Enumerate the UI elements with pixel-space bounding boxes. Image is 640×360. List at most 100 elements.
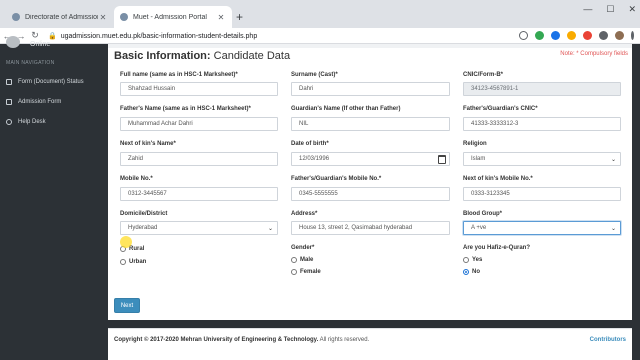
next-of-kin-label: Next of kin's Name* [120, 141, 176, 147]
radio-no[interactable]: No [463, 269, 480, 275]
domicile-label: Domicile/District [120, 211, 168, 217]
top-strip [108, 44, 632, 48]
guardian-cnic-label: Father's/Guardian's CNIC* [463, 106, 538, 112]
avatar [6, 36, 20, 48]
religion-value: Islam [471, 156, 486, 162]
domicile-select[interactable]: Hyderabad ⌄ [120, 221, 278, 235]
guardian-cnic-input[interactable]: 41333-3333312-3 [463, 117, 621, 131]
new-tab-icon[interactable]: + [236, 10, 243, 24]
kin-mobile-label: Next of kin's Mobile No.* [463, 176, 533, 182]
radio-label: Urban [129, 259, 147, 265]
chevron-down-icon: ⌄ [610, 156, 616, 163]
father-name-input[interactable]: Muhammad Achar Dahri [120, 117, 278, 131]
surname-label: Surname (Cast)* [291, 72, 338, 78]
globe-icon [12, 13, 20, 21]
extension-icon[interactable] [551, 31, 560, 40]
document-icon [6, 79, 12, 85]
close-icon[interactable]: ✕ [98, 13, 108, 22]
radio-female[interactable]: Female [291, 269, 321, 275]
copyright-text: Copyright © 2017-2020 Mehran University … [114, 337, 369, 343]
next-button[interactable]: Next [114, 298, 140, 313]
tab-admission-portal[interactable]: Muet - Admission Portal ✕ [114, 6, 232, 28]
copyright-rights: All rights reserved. [318, 337, 370, 343]
mobile-input[interactable]: 0312-3445567 [120, 187, 278, 201]
chevron-down-icon: ⌄ [610, 225, 616, 232]
radio-label: Yes [472, 257, 483, 263]
tab-title: Muet - Admission Portal [133, 13, 207, 21]
sidebar-brand: Online [30, 41, 51, 48]
radio-label: Rural [129, 246, 145, 252]
sidebar: Online MAIN NAVIGATION Form (Document) S… [0, 36, 108, 360]
window-controls: — ☐ ✕ [583, 4, 636, 15]
radio-male[interactable]: Male [291, 257, 313, 263]
profile-icon[interactable] [615, 31, 624, 40]
religion-select[interactable]: Islam ⌄ [463, 152, 621, 166]
sidebar-item-label: Form (Document) Status [18, 79, 84, 85]
radio-dot[interactable] [291, 257, 297, 263]
form-icon [6, 99, 12, 105]
guardian-mobile-label: Father's/Guardian's Mobile No.* [291, 176, 382, 182]
cnic-input: 34123-4567891-1 [463, 82, 621, 96]
lock-icon: 🔒 [48, 32, 57, 40]
blood-group-label: Blood Group* [463, 211, 502, 217]
tab-directorate[interactable]: Directorate of Admissions ✕ [6, 6, 114, 28]
address-input[interactable]: House 13, street 2, Qasimabad hyderabad [291, 221, 450, 235]
full-name-input[interactable]: Shahzad Hussain [120, 82, 278, 96]
radio-label: Female [300, 269, 321, 275]
main-content: Basic Information: Candidate Data Note: … [108, 44, 632, 360]
sidebar-item-label: Help Desk [18, 119, 46, 125]
close-window-icon[interactable]: ✕ [628, 4, 636, 15]
calendar-icon[interactable] [438, 155, 446, 164]
surname-input[interactable]: Dahri [291, 82, 450, 96]
next-of-kin-input[interactable]: Zahid [120, 152, 278, 166]
mobile-label: Mobile No.* [120, 176, 153, 182]
dob-input[interactable]: 12/03/1996 [291, 152, 450, 166]
maximize-icon[interactable]: ☐ [606, 4, 614, 15]
footer: Copyright © 2017-2020 Mehran University … [108, 328, 632, 360]
minimize-icon[interactable]: — [583, 4, 592, 15]
radio-dot-selected[interactable] [463, 269, 469, 275]
url-text: ugadmission.muet.edu.pk/basic-informatio… [60, 32, 258, 40]
extension-icons [519, 31, 634, 40]
religion-label: Religion [463, 141, 487, 147]
url-field[interactable]: 🔒 ugadmission.muet.edu.pk/basic-informati… [48, 32, 257, 40]
address-bar: ← → ↻ 🔒 ugadmission.muet.edu.pk/basic-inf… [0, 28, 640, 44]
radio-dot[interactable] [291, 269, 297, 275]
radio-dot[interactable] [120, 259, 126, 265]
menu-icon[interactable] [631, 31, 634, 40]
sidebar-item-label: Admission Form [18, 99, 62, 105]
radio-urban[interactable]: Urban [120, 259, 146, 265]
extension-icon[interactable] [599, 31, 608, 40]
hafiz-label: Are you Hafiz-e-Quran? [463, 245, 531, 251]
sidebar-item-form-status[interactable]: Form (Document) Status [6, 79, 84, 85]
sidebar-item-admission-form[interactable]: Admission Form [6, 99, 61, 105]
gender-label: Gender* [291, 245, 315, 251]
guardian-name-input[interactable]: NIL [291, 117, 450, 131]
star-icon[interactable] [519, 31, 528, 40]
extension-icon[interactable] [583, 31, 592, 40]
extension-icon[interactable] [535, 31, 544, 40]
reload-icon[interactable]: ↻ [28, 30, 42, 41]
radio-yes[interactable]: Yes [463, 257, 482, 263]
copyright-bold: Copyright © 2017-2020 Mehran University … [114, 337, 319, 343]
cursor-highlight [120, 236, 132, 248]
close-icon[interactable]: ✕ [216, 13, 226, 22]
sidebar-nav-label: MAIN NAVIGATION [6, 60, 55, 66]
page-title: Basic Information: Candidate Data [114, 50, 290, 62]
father-name-label: Father's Name (same as in HSC-1 Markshee… [120, 106, 251, 112]
kin-mobile-input[interactable]: 0333-3123345 [463, 187, 621, 201]
radio-label: No [472, 269, 480, 275]
blood-group-value: A +ve [471, 225, 487, 231]
domicile-value: Hyderabad [128, 225, 158, 231]
dob-label: Date of birth* [291, 141, 329, 147]
compulsory-note: Note: * Compulsory fields [560, 51, 628, 57]
extension-icon[interactable] [567, 31, 576, 40]
help-icon [6, 119, 12, 125]
full-name-label: Full name (same as in HSC-1 Marksheet)* [120, 72, 238, 78]
sidebar-item-help-desk[interactable]: Help Desk [6, 119, 46, 125]
scrollbar[interactable] [632, 44, 640, 360]
radio-dot[interactable] [463, 257, 469, 263]
contributors-link[interactable]: Contributors [590, 337, 626, 343]
guardian-mobile-input[interactable]: 0345-5555555 [291, 187, 450, 201]
blood-group-select[interactable]: A +ve ⌄ [463, 221, 621, 235]
